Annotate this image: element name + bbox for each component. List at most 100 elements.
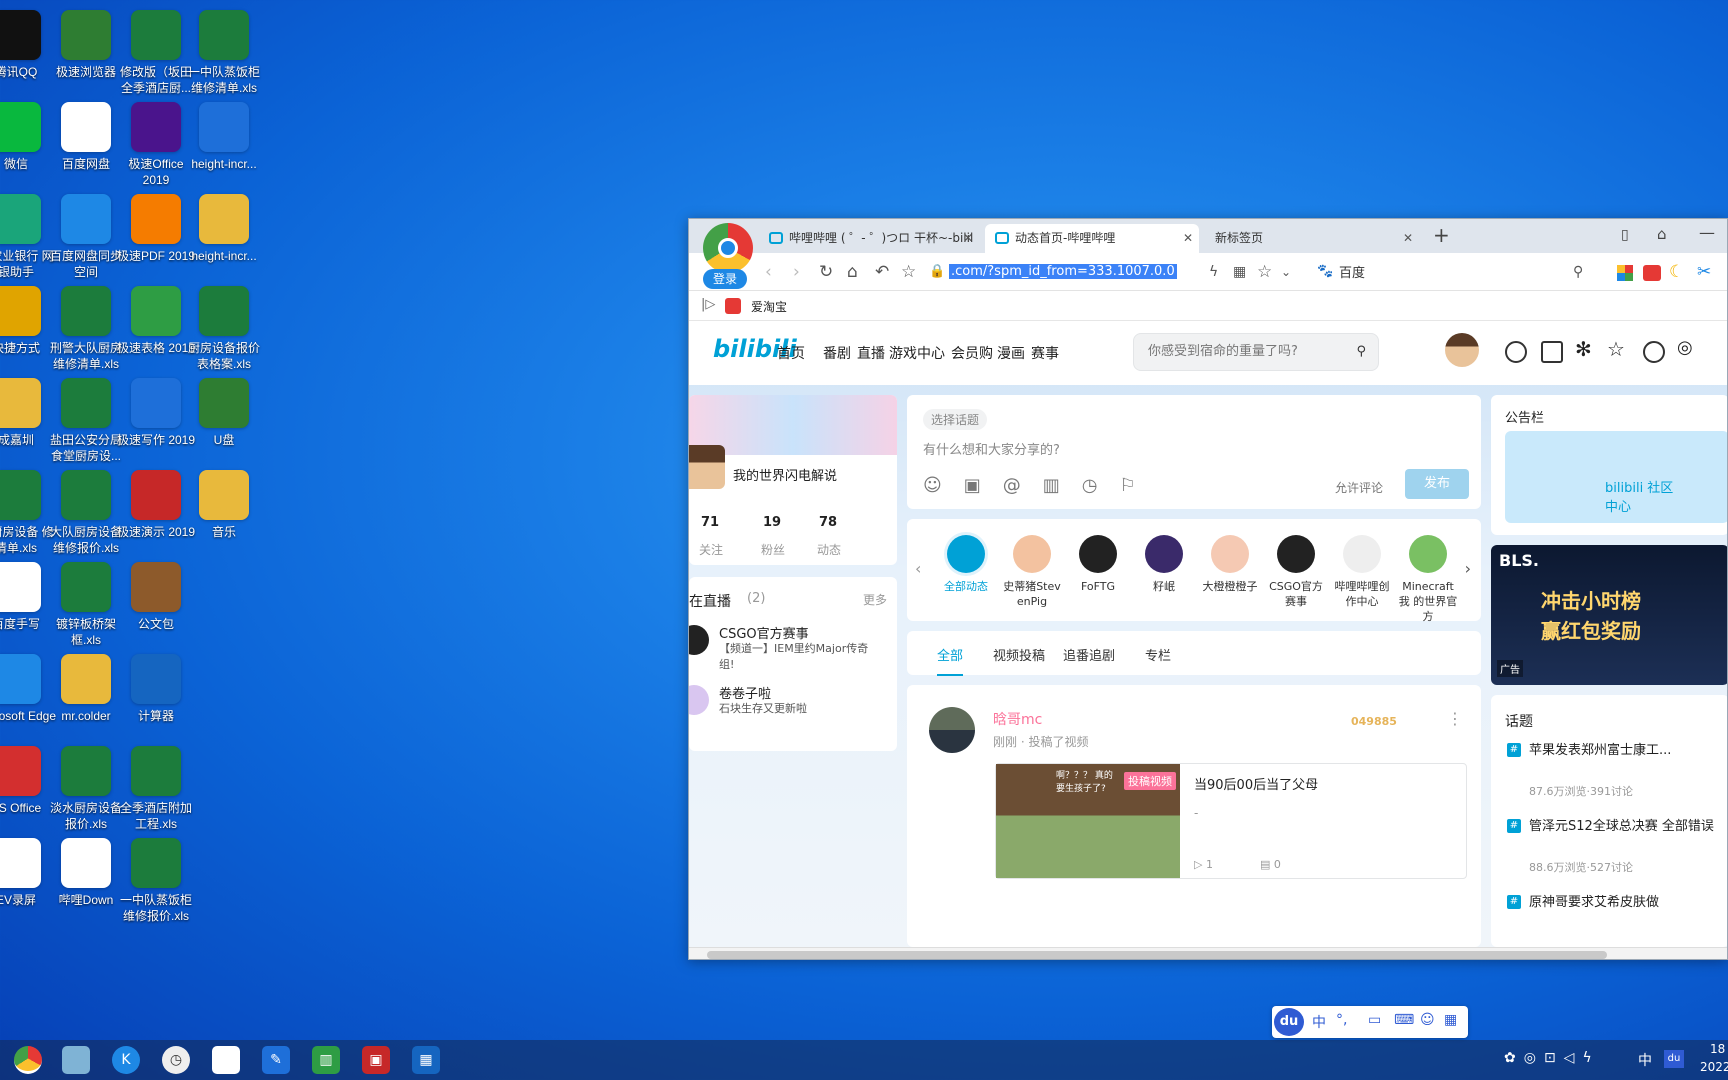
browser-logo-icon[interactable] [703, 223, 753, 273]
following-avatar[interactable] [1343, 535, 1381, 573]
file-taskbar-icon[interactable] [212, 1046, 240, 1074]
profile-stat-number[interactable]: 19 [763, 515, 781, 530]
input-language[interactable]: 中 [1638, 1050, 1652, 1070]
desktop-icon[interactable]: height-incr... [182, 188, 266, 284]
skin-icon[interactable]: ⌂ [1657, 225, 1667, 243]
live-streamer-name[interactable]: 卷卷子啦 [719, 683, 771, 702]
following-name[interactable]: 大橙橙橙子 [1199, 579, 1261, 594]
home-icon[interactable]: ⌂ [847, 261, 858, 283]
calculator-taskbar-icon[interactable]: ▦ [412, 1046, 440, 1074]
following-name[interactable]: Minecraft我 的世界官方 [1397, 579, 1459, 624]
publish-button[interactable]: 发布 [1405, 469, 1469, 499]
nav-item[interactable]: 会员购 [951, 343, 993, 363]
bookmark-item[interactable]: 爱淘宝 [751, 298, 787, 315]
minimize-icon[interactable]: — [1699, 223, 1715, 242]
browser-taskbar-icon[interactable] [14, 1046, 42, 1074]
desktop-icon[interactable]: 一中队蒸饭柜 维修清单.xls [182, 4, 266, 100]
following-avatar[interactable] [1409, 535, 1447, 573]
comment-setting-dropdown[interactable]: 允许评论 [1335, 479, 1383, 496]
desktop-icon[interactable]: U盘 [182, 372, 266, 468]
following-avatar[interactable] [1145, 535, 1183, 573]
live-avatar[interactable] [689, 625, 709, 655]
composer-tools[interactable]: ☺▣@▥◷⚐ [923, 475, 1158, 496]
ime-punct-mode[interactable]: °, [1336, 1012, 1347, 1028]
following-name[interactable]: 全部动态 [935, 579, 997, 594]
desktop-icon[interactable]: 公文包 [114, 556, 198, 652]
desktop-icon[interactable]: 一中队蒸饭柜 维修报价.xls [114, 832, 198, 928]
post-author[interactable]: 晗哥mc [993, 709, 1042, 729]
sidebar-toggle-icon[interactable]: |▷ [701, 297, 715, 312]
extension-icon[interactable]: ✂ [1697, 261, 1711, 283]
video-thumbnail[interactable]: 啊？？？ 真的要生孩子了? 投稿视频 [996, 764, 1180, 878]
following-name[interactable]: 籽岷 [1133, 579, 1195, 594]
moon-icon[interactable]: ☾ [1669, 261, 1684, 283]
nav-item[interactable]: 赛事 [1031, 343, 1059, 363]
clock-date[interactable]: 2022 [1700, 1060, 1728, 1074]
k-app-taskbar-icon[interactable]: K [112, 1046, 140, 1074]
search-engine-label[interactable]: 百度 [1339, 262, 1365, 281]
writer-taskbar-icon[interactable]: ✎ [262, 1046, 290, 1074]
undo-icon[interactable]: ↶ [875, 261, 889, 283]
post-input[interactable]: 有什么想和大家分享的? [923, 439, 1060, 458]
profile-name[interactable]: 我的世界闪电解说 [733, 465, 837, 484]
topic-name[interactable]: 管泽元S12全球总决赛 全部错误 [1529, 817, 1725, 836]
baidu-ime-icon[interactable]: du [1274, 1008, 1304, 1036]
profile-stat-label[interactable]: 粉丝 [761, 541, 785, 558]
desktop-icon[interactable]: 音乐 [182, 464, 266, 560]
vip-icon[interactable] [1505, 341, 1527, 363]
dynamic-icon[interactable]: ✻ [1575, 337, 1592, 361]
profile-stat-number[interactable]: 78 [819, 515, 837, 530]
clock-app-taskbar-icon[interactable]: ◷ [162, 1046, 190, 1074]
search-icon[interactable]: ⚲ [1573, 261, 1583, 283]
search-input[interactable]: 你感受到宿命的重量了吗? ⚲ [1133, 333, 1379, 371]
nav-item[interactable]: 游戏中心 [889, 343, 945, 363]
ime-keyboard-icon[interactable]: ⌨ [1394, 1012, 1414, 1028]
next-arrow-icon[interactable]: › [1465, 559, 1471, 578]
profile-avatar[interactable] [689, 445, 725, 489]
prev-arrow-icon[interactable]: ‹ [915, 559, 921, 578]
profile-stat-number[interactable]: 71 [701, 515, 719, 530]
horizontal-scrollbar[interactable] [689, 947, 1727, 959]
sheets-taskbar-icon[interactable]: ▥ [312, 1046, 340, 1074]
notice-banner[interactable]: bilibili 社区中心 [1505, 431, 1727, 523]
post-avatar[interactable] [929, 707, 975, 753]
more-menu-icon[interactable]: ⋮ [1447, 709, 1463, 728]
video-title[interactable]: 当90后00后当了父母 [1194, 774, 1318, 793]
nav-item[interactable]: 首页 [777, 343, 805, 363]
lightning-icon[interactable]: ϟ [1209, 261, 1218, 283]
close-tab-icon[interactable]: ✕ [1183, 224, 1193, 253]
desktop-icon[interactable]: 计算器 [114, 648, 198, 744]
feed-tab[interactable]: 全部 [937, 645, 964, 676]
topic-select-button[interactable]: 选择话题 [923, 409, 988, 430]
live-stream-desc[interactable]: 【频道一】IEM里约Major传奇组! [719, 641, 879, 673]
ime-menu-icon[interactable]: ▦ [1444, 1012, 1457, 1028]
system-tray-icons[interactable]: ✿◎⊡◁ϟ [1504, 1050, 1600, 1066]
back-icon[interactable]: ‹ [765, 261, 772, 283]
pdf-icon[interactable] [1643, 265, 1661, 281]
qr-code-icon[interactable]: ▦ [1233, 261, 1246, 283]
reload-icon[interactable]: ↻ [819, 261, 833, 283]
avatar[interactable] [1445, 333, 1479, 367]
live-stream-desc[interactable]: 石块生存又更新啦 [719, 701, 879, 717]
profile-stat-label[interactable]: 动态 [817, 541, 841, 558]
feed-tab[interactable]: 视频投稿 [993, 645, 1045, 664]
clock-time[interactable]: 18 [1710, 1042, 1725, 1056]
following-avatar[interactable] [1277, 535, 1315, 573]
favorite-star-icon[interactable]: ☆ [901, 261, 916, 283]
favorites-icon[interactable]: ☆ [1607, 337, 1625, 361]
following-avatar[interactable] [1013, 535, 1051, 573]
address-bar[interactable]: .com/?spm_id_from=333.1007.0.0 [949, 259, 1249, 285]
feed-tab[interactable]: 追番追剧 [1063, 645, 1115, 664]
apps-icon[interactable] [1617, 265, 1633, 281]
desktop-icon[interactable]: height-incr... [182, 96, 266, 192]
creator-icon[interactable]: ◎ [1677, 337, 1693, 358]
ime-user-icon[interactable]: ☺ [1420, 1012, 1435, 1028]
ime-skin-icon[interactable]: ▭ [1368, 1012, 1381, 1028]
tab-new[interactable]: 新标签页 ✕ [1203, 224, 1419, 253]
chevron-down-icon[interactable]: ⌄ [1281, 261, 1291, 283]
video-card[interactable]: 啊？？？ 真的要生孩子了? 投稿视频 当90后00后当了父母 - ▷ 1 ▤ 0 [995, 763, 1467, 879]
notes-taskbar-icon[interactable] [62, 1046, 90, 1074]
desktop-icon[interactable]: 全季酒店附加 工程.xls [114, 740, 198, 836]
login-button[interactable]: 登录 [703, 269, 747, 289]
feed-tab[interactable]: 专栏 [1145, 645, 1171, 664]
